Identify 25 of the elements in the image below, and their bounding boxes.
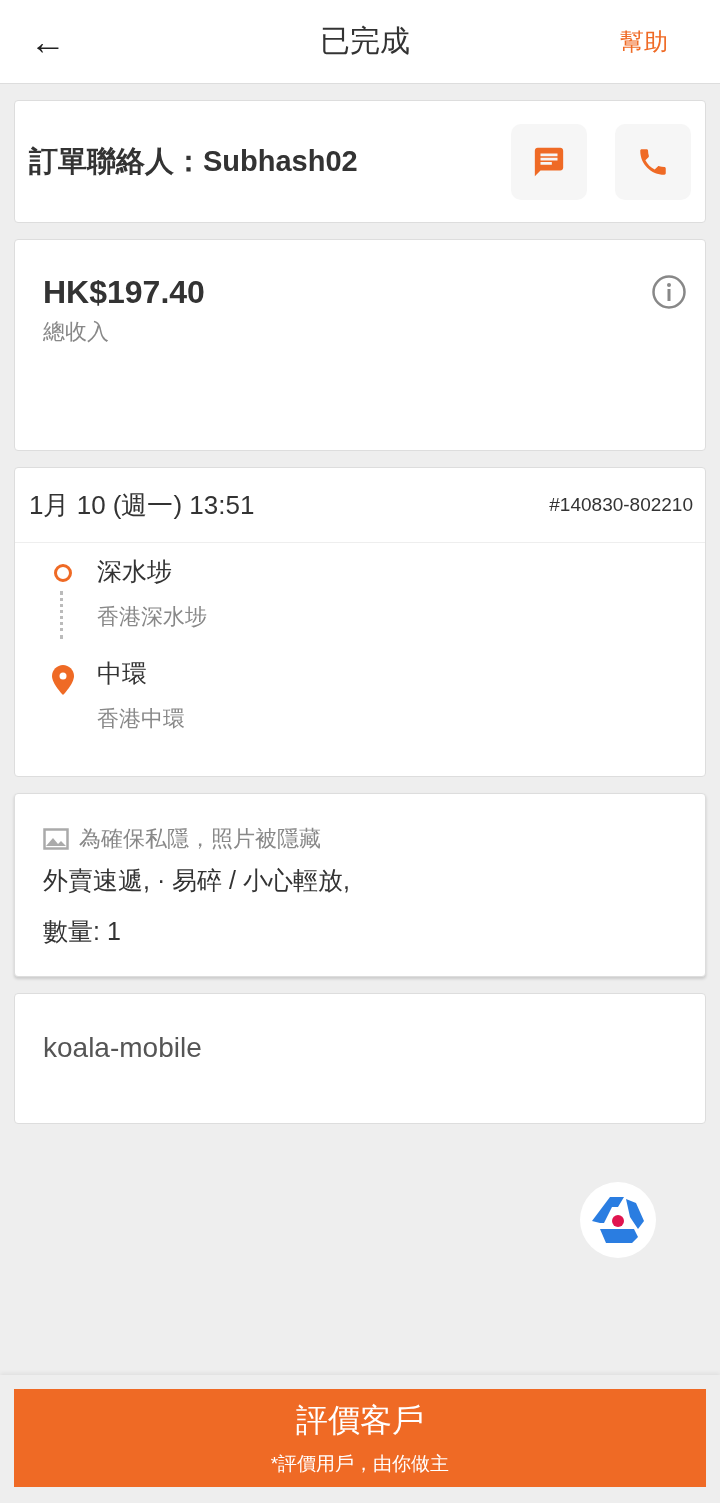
earnings-amount: HK$197.40 (43, 274, 205, 311)
image-icon (43, 828, 69, 850)
earnings-label: 總收入 (43, 318, 110, 346)
page-title: 已完成 (320, 23, 410, 59)
help-link[interactable]: 幫助 (620, 25, 668, 58)
stop-name: 中環 (97, 658, 148, 689)
order-number: #140830-802210 (549, 494, 693, 516)
contact-label: 訂單聯絡人：Subhash02 (29, 143, 359, 179)
call-button[interactable] (615, 123, 691, 200)
chat-button[interactable] (511, 123, 587, 200)
rate-customer-button[interactable]: 評價客戶 *評價用戶，由你做主 (14, 1389, 706, 1487)
route-dots (60, 591, 66, 639)
item-quantity: 數量: 1 (43, 916, 122, 947)
stop-address: 香港深水埗 (97, 603, 207, 631)
info-icon[interactable] (651, 274, 687, 310)
order-datetime: 1月 10 (週一) 13:51 (29, 488, 255, 522)
stop-name: 深水埗 (97, 556, 173, 587)
location-pin-icon (52, 665, 74, 695)
order-note: koala-mobile (43, 1032, 203, 1064)
triangle-logo-icon (590, 1197, 646, 1243)
back-button[interactable]: ← (30, 20, 66, 63)
item-description: 外賣速遞, · 易碎 / 小心輕放, (43, 865, 351, 896)
stop-address: 香港中環 (97, 705, 185, 733)
privacy-note: 為確保私隱，照片被隱藏 (79, 825, 321, 853)
pickup-circle-icon (53, 563, 73, 583)
